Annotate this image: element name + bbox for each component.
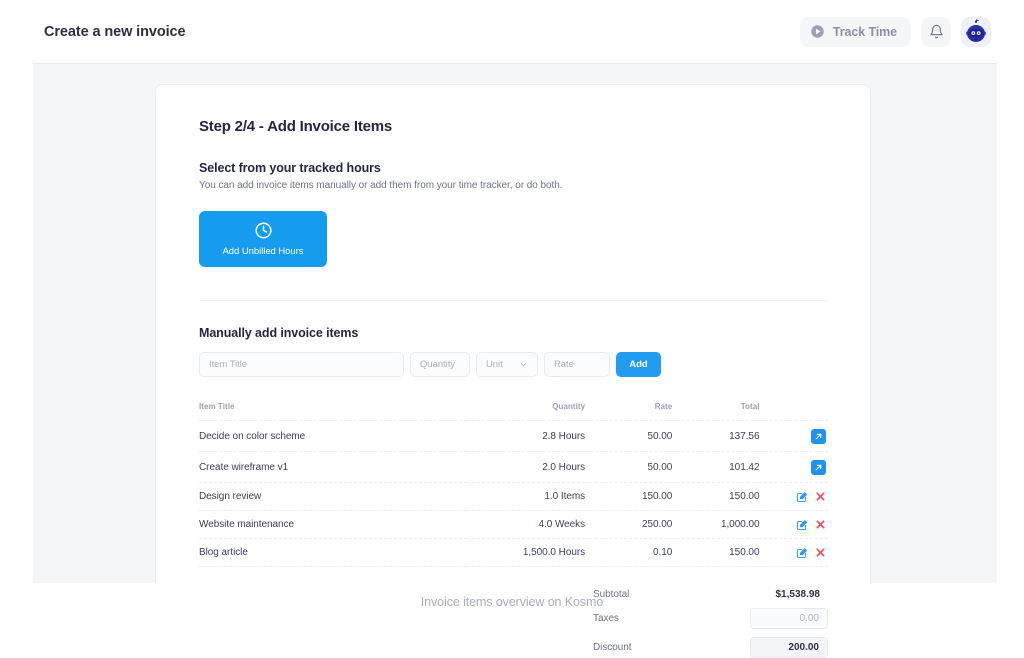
- cell-rate: 150.00: [585, 482, 672, 511]
- cell-actions: [759, 510, 828, 539]
- column-header-actions: [759, 402, 828, 421]
- delete-icon[interactable]: [815, 519, 826, 530]
- edit-icon[interactable]: [796, 547, 808, 559]
- play-circle-icon: [810, 24, 825, 39]
- column-header-quantity: Quantity: [552, 402, 586, 411]
- table-body: Decide on color scheme 2.8 Hours 50.00 1…: [199, 420, 828, 567]
- cell-rate: 0.10: [585, 538, 672, 567]
- robot-avatar-icon: [961, 16, 991, 47]
- track-time-label: Track Time: [832, 24, 897, 39]
- discount-label: Discount: [593, 642, 632, 653]
- cell-quantity: 1.0 Items: [466, 482, 585, 511]
- tracked-hours-description: You can add invoice items manually or ad…: [199, 180, 563, 191]
- add-unbilled-hours-label: Add Unbilled Hours: [222, 246, 304, 257]
- manual-add-form: Item Title Quantity Unit Rate Add: [199, 352, 828, 377]
- cell-item-title: Design review: [199, 482, 467, 511]
- delete-icon[interactable]: [815, 491, 826, 502]
- column-header-rate: Rate: [654, 402, 673, 411]
- external-link-icon[interactable]: [811, 428, 826, 444]
- page-title: Create a new invoice: [44, 23, 186, 40]
- cell-actions: [759, 451, 828, 483]
- table-row: Create wireframe v1 2.0 Hours 50.00 101.…: [199, 451, 828, 483]
- cell-item-title: Decide on color scheme: [199, 420, 467, 452]
- figure-caption: Invoice items overview on Kosmo: [420, 595, 604, 609]
- table-row: Website maintenance 4.0 Weeks 250.00 1,0…: [199, 510, 828, 539]
- top-bar-actions: Track Time: [799, 16, 991, 47]
- cell-quantity: 2.0 Hours: [466, 451, 585, 483]
- cell-total: 150.00: [672, 538, 760, 567]
- avatar[interactable]: [961, 16, 991, 47]
- unit-select-value: Unit: [486, 359, 503, 370]
- table-row: Design review 1.0 Items 150.00 150.00: [199, 482, 828, 511]
- invoice-items-table: Item Title Quantity Rate Total Decide on…: [199, 402, 828, 567]
- table-row: Decide on color scheme 2.8 Hours 50.00 1…: [199, 420, 828, 452]
- delete-icon[interactable]: [815, 547, 826, 558]
- cell-item-title: Create wireframe v1: [199, 451, 467, 483]
- cell-rate: 50.00: [585, 451, 672, 483]
- cell-actions: [759, 538, 828, 567]
- column-header-total: Total: [740, 402, 760, 411]
- taxes-label: Taxes: [593, 613, 619, 624]
- cell-actions: [759, 420, 828, 452]
- item-title-input[interactable]: Item Title: [199, 352, 404, 377]
- invoice-items-card: Step 2/4 - Add Invoice Items Select from…: [155, 84, 871, 658]
- discount-row: Discount 200.00: [593, 637, 828, 658]
- external-link-icon[interactable]: [811, 459, 826, 475]
- taxes-row: Taxes 0.00: [593, 608, 828, 629]
- cell-total: 101.42: [672, 451, 760, 483]
- cell-rate: 50.00: [585, 420, 672, 452]
- edit-icon[interactable]: [796, 519, 808, 531]
- cell-quantity: 4.0 Weeks: [466, 510, 585, 539]
- chevron-down-icon: [519, 360, 528, 369]
- edit-icon[interactable]: [796, 491, 808, 503]
- rate-input[interactable]: Rate: [544, 352, 610, 377]
- cell-rate: 250.00: [585, 510, 672, 539]
- cell-total: 1,000.00: [672, 510, 760, 539]
- cell-actions: [759, 482, 828, 511]
- step-title: Step 2/4 - Add Invoice Items: [199, 118, 393, 135]
- track-time-button[interactable]: Track Time: [799, 16, 911, 47]
- bell-icon: [929, 24, 944, 39]
- cell-item-title: Website maintenance: [199, 510, 467, 539]
- page-canvas: Step 2/4 - Add Invoice Items Select from…: [33, 63, 997, 658]
- top-bar: Create a new invoice Track Time: [0, 0, 1024, 63]
- table-header: Item Title Quantity Rate Total: [199, 402, 828, 421]
- cell-total: 150.00: [672, 482, 760, 511]
- unit-select[interactable]: Unit: [476, 352, 538, 377]
- tracked-hours-heading: Select from your tracked hours: [199, 161, 381, 175]
- clock-icon: [254, 221, 273, 240]
- cell-quantity: 1,500.0 Hours: [466, 538, 585, 567]
- table-row: Blog article 1,500.0 Hours 0.10 150.00: [199, 538, 828, 567]
- discount-input[interactable]: 200.00: [750, 637, 828, 658]
- add-unbilled-hours-button[interactable]: Add Unbilled Hours: [199, 211, 327, 267]
- cell-item-title: Blog article: [199, 538, 467, 567]
- quantity-input[interactable]: Quantity: [410, 352, 470, 377]
- cell-total: 137.56: [672, 420, 760, 452]
- notifications-button[interactable]: [921, 16, 951, 47]
- manual-add-heading: Manually add invoice items: [199, 326, 359, 340]
- add-item-button[interactable]: Add: [616, 352, 661, 377]
- cell-quantity: 2.8 Hours: [466, 420, 585, 452]
- taxes-input[interactable]: 0.00: [750, 608, 828, 629]
- column-header-item-title: Item Title: [199, 402, 235, 411]
- section-divider: [199, 300, 828, 301]
